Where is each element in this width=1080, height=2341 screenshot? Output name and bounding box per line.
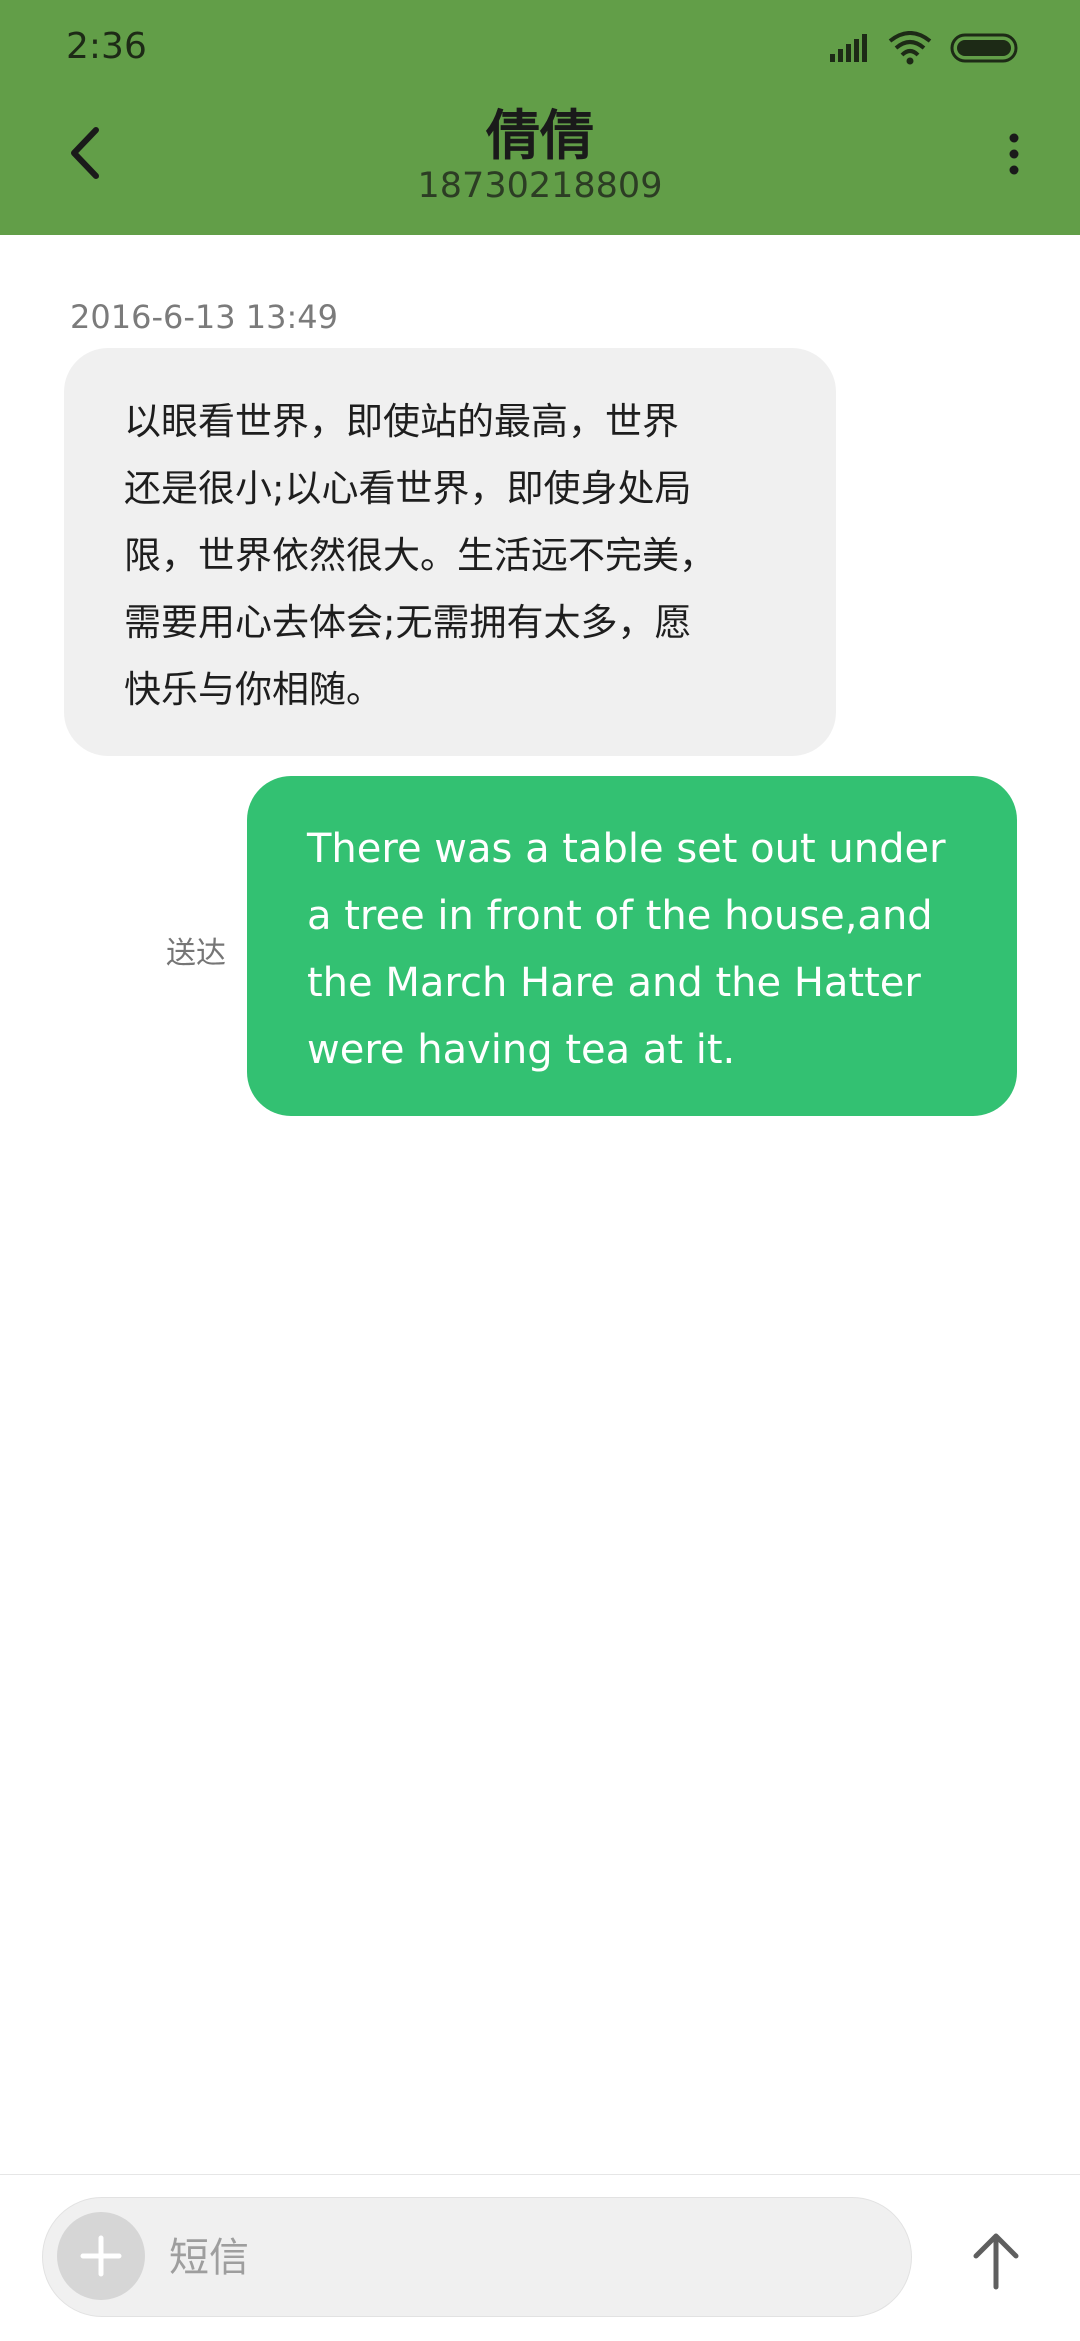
message-line: 以眼看世界，即使站的最高，世界 [124,400,679,443]
outgoing-message-bubble[interactable]: There was a table set out under a tree i… [247,776,1017,1116]
add-attachment-button[interactable] [57,2212,145,2300]
contact-number: 18730218809 [417,166,663,206]
message-timestamp: 2016-6-13 13:49 [70,298,338,336]
more-vertical-icon[interactable] [984,124,1044,184]
send-arrow-icon[interactable] [960,2225,1032,2297]
message-line: There was a table set out under [307,826,946,872]
contact-name: 倩倩 [486,104,594,167]
wifi-icon [888,31,932,65]
signal-icon [830,34,867,62]
input-container [42,2197,912,2317]
battery-icon [950,33,1018,63]
delivery-status: 送达 [166,936,226,971]
message-line: 还是很小;以心看世界，即使身处局 [124,467,692,510]
message-line: 需要用心去体会;无需拥有太多，愿 [124,601,692,644]
sms-input[interactable] [169,2208,869,2308]
message-line: 快乐与你相随。 [124,668,383,711]
message-line: 限，世界依然很大。生活远不完美， [124,534,716,577]
status-time: 2:36 [66,26,147,67]
app-header: 2:36 倩倩 18730218809 [0,0,1080,235]
message-line: a tree in front of the house,and [307,893,933,939]
plus-icon [80,2235,122,2277]
incoming-message-bubble[interactable]: 以眼看世界，即使站的最高，世界 还是很小;以心看世界，即使身处局 限，世界依然很… [64,348,836,756]
message-line: were having tea at it. [307,1027,736,1073]
status-icons [830,28,1022,68]
message-composer [0,2174,1080,2341]
message-line: the March Hare and the Hatter [307,960,921,1006]
